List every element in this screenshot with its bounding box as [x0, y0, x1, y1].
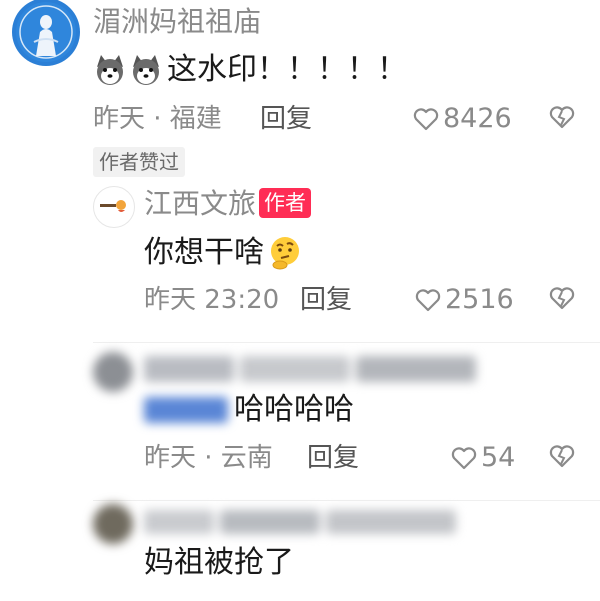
reply-text-content: 你想干啥	[144, 235, 264, 270]
like-button[interactable]: 2516	[415, 284, 514, 315]
like-button[interactable]: 54	[451, 442, 515, 473]
comment-username[interactable]: 湄洲妈祖祖庙	[93, 6, 261, 38]
heart-icon	[413, 107, 439, 130]
avatar[interactable]	[93, 504, 133, 544]
avatar[interactable]	[93, 186, 135, 228]
reply-text: 妈祖被抢了	[144, 545, 294, 580]
reply-button[interactable]: 回复	[300, 285, 352, 315]
avatar[interactable]	[93, 352, 133, 392]
reply-item: 哈哈哈哈 昨天 · 云南 回复 54	[0, 330, 600, 490]
dislike-button[interactable]	[549, 444, 575, 472]
husky-dog-emoji	[133, 55, 159, 85]
jiangxi-tourism-logo-icon	[95, 188, 133, 226]
avatar[interactable]	[12, 0, 80, 66]
heart-icon	[415, 288, 441, 311]
comment-item: 湄洲妈祖祖庙 这水印！！！！！ 昨天 · 福建 回复 8426 作者赞过	[0, 0, 600, 180]
reply-username[interactable]: 江西文旅	[144, 188, 256, 220]
like-count: 8426	[443, 103, 512, 134]
reply-time-location: 昨天 · 云南	[144, 443, 273, 473]
broken-heart-icon	[549, 287, 575, 310]
author-liked-badge: 作者赞过	[93, 147, 185, 177]
goddess-statue-icon	[16, 2, 76, 62]
husky-dog-emoji	[97, 55, 123, 85]
comment-time-location: 昨天 · 福建	[93, 104, 222, 134]
divider	[93, 500, 600, 501]
comment-text: 这水印！！！！！	[93, 52, 407, 88]
mention-redacted[interactable]	[144, 397, 228, 423]
reply-time: 昨天 23:20	[144, 285, 280, 315]
reply-text-content: 哈哈哈哈	[234, 392, 354, 427]
reply-item: 江西文旅 作者 你想干啥 昨天 23:20 回复 2516	[0, 180, 600, 330]
like-count: 2516	[445, 284, 514, 315]
reply-text: 哈哈哈哈	[144, 392, 354, 428]
broken-heart-icon	[549, 445, 575, 468]
reply-item: 妈祖被抢了	[0, 490, 600, 601]
reply-button[interactable]: 回复	[307, 443, 359, 473]
dislike-button[interactable]	[549, 286, 575, 314]
author-tag: 作者	[259, 188, 311, 218]
like-count: 54	[481, 442, 516, 473]
heart-icon	[451, 446, 477, 469]
dislike-button[interactable]	[549, 105, 575, 133]
like-button[interactable]: 8426	[413, 103, 512, 134]
comment-text-content: 这水印！！！！！	[167, 52, 407, 87]
reply-username-redacted[interactable]	[144, 356, 484, 382]
divider	[93, 342, 600, 343]
thinking-face-emoji	[271, 237, 299, 270]
reply-button[interactable]: 回复	[260, 104, 312, 134]
reply-username-redacted[interactable]	[144, 510, 464, 534]
broken-heart-icon	[549, 106, 575, 129]
reply-text: 你想干啥	[144, 234, 304, 272]
